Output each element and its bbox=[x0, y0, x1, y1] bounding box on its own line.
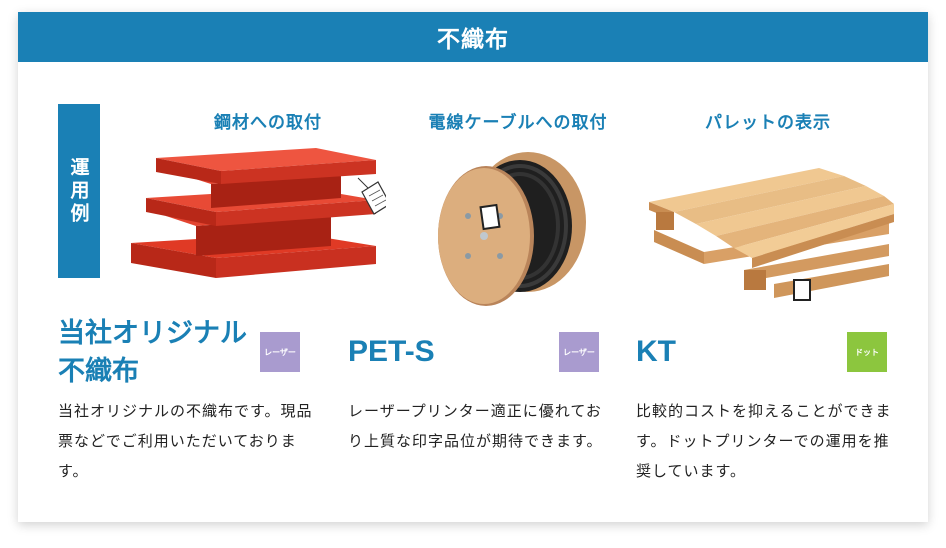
product-name-pet-s: PET-S bbox=[348, 335, 435, 368]
cable-reel-illustration bbox=[438, 152, 586, 306]
product-name-original: 当社オリジナル 不織布 bbox=[58, 318, 247, 387]
product-desc-pet-s: レーザープリンター適正に優れており上質な印字品位が期待できます。 bbox=[348, 402, 603, 450]
caption-cable: 電線ケーブルへの取付 bbox=[428, 113, 608, 133]
steel-beams-illustration bbox=[131, 148, 386, 278]
laser-badge: レーザー bbox=[260, 332, 300, 372]
caption-steel: 鋼材への取付 bbox=[214, 113, 322, 133]
pallet-illustration bbox=[649, 168, 894, 301]
product-desc-kt: 比較的コストを抑えることができます。ドットプリンターでの運用を推奨しています。 bbox=[636, 402, 892, 480]
usage-examples-label: 運用例 bbox=[58, 104, 100, 278]
laser-badge: レーザー bbox=[559, 332, 599, 372]
caption-pallet: パレットの表示 bbox=[705, 113, 831, 133]
product-desc-original: 当社オリジナルの不織布です。現品票などでご利用いただいております。 bbox=[58, 402, 313, 480]
section-title: 不織布 bbox=[18, 12, 928, 62]
product-name-kt: KT bbox=[636, 335, 676, 368]
dot-badge: ドット bbox=[847, 332, 887, 372]
nonwoven-card: 不織布 運用例 鋼材への取付 電線ケーブルへの取付 パレットの表示 当社オリジナ… bbox=[18, 12, 928, 522]
